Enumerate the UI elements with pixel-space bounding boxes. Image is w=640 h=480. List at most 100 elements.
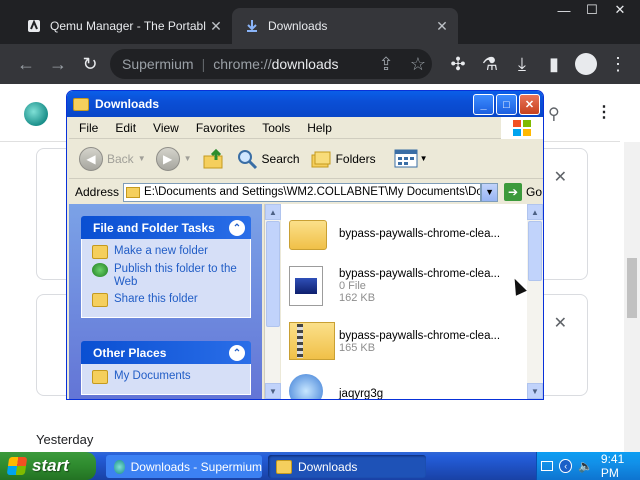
- maximize-button[interactable]: □: [496, 94, 517, 115]
- back-button[interactable]: ←: [10, 48, 42, 80]
- omnibox-actions: ⇪ ☆: [370, 49, 434, 79]
- close-button[interactable]: ✕: [519, 94, 540, 115]
- scroll-up-icon[interactable]: ▲: [265, 204, 281, 220]
- file-item[interactable]: bypass-paywalls-chrome-clea...: [289, 208, 525, 260]
- tab-strip: Qemu Manager - The Portable F ✕ Download…: [0, 0, 640, 44]
- side-panel-icon[interactable]: ▮: [538, 48, 570, 80]
- file-folder-tasks: File and Folder Tasks ⌃ Make a new folde…: [81, 216, 251, 318]
- other-places-body: My Documents: [81, 364, 251, 395]
- scroll-down-icon[interactable]: ▼: [527, 383, 543, 399]
- tasks-body: Make a new folder Publish this folder to…: [81, 239, 251, 318]
- maximize-button[interactable]: ☐: [578, 0, 606, 20]
- clock[interactable]: 9:41 PM: [601, 452, 640, 480]
- menu-favorites[interactable]: Favorites: [196, 121, 245, 135]
- folder-icon: [126, 186, 141, 198]
- search-button[interactable]: Search: [236, 148, 300, 170]
- file-item[interactable]: bypass-paywalls-chrome-clea... 165 KB: [289, 316, 525, 368]
- file-info: bypass-paywalls-chrome-clea... 165 KB: [339, 330, 500, 354]
- file-list: bypass-paywalls-chrome-clea... bypass-pa…: [281, 204, 527, 399]
- file-name: bypass-paywalls-chrome-clea...: [339, 268, 501, 280]
- folders-label: Folders: [335, 151, 376, 166]
- windows-flag-icon: [501, 117, 543, 139]
- minimize-button[interactable]: —: [550, 0, 578, 20]
- downloads-icon[interactable]: ⤓: [506, 48, 538, 80]
- minimize-button[interactable]: _: [473, 94, 494, 115]
- file-type: 0 File: [339, 280, 366, 292]
- system-tray: ‹ 🔈 9:41 PM: [536, 452, 640, 480]
- go-button[interactable]: ➔ Go: [504, 183, 542, 201]
- profile-button[interactable]: [570, 48, 602, 80]
- keyboard-icon[interactable]: [541, 461, 554, 471]
- collapse-icon[interactable]: ⌃: [229, 345, 245, 361]
- menu-edit[interactable]: Edit: [115, 121, 136, 135]
- menu-view[interactable]: View: [153, 121, 179, 135]
- tasks-header[interactable]: File and Folder Tasks ⌃: [81, 216, 251, 239]
- menu-icon[interactable]: ⋮: [602, 48, 634, 80]
- go-arrow-icon: ➔: [504, 183, 523, 201]
- task-pane-scrollbar[interactable]: ▲ ▼: [264, 204, 281, 399]
- taskbar-button-supermium[interactable]: Downloads - Supermium: [106, 455, 262, 478]
- scrollbar-thumb[interactable]: [266, 221, 280, 327]
- star-icon[interactable]: ☆: [402, 48, 434, 80]
- reload-button[interactable]: ↻: [74, 48, 106, 80]
- close-icon[interactable]: ✕: [554, 167, 567, 187]
- other-places-header[interactable]: Other Places ⌃: [81, 341, 251, 364]
- task-share-folder[interactable]: Share this folder: [92, 293, 240, 307]
- extensions-icon[interactable]: ✣: [442, 48, 474, 80]
- address-dropdown-button[interactable]: ▼: [481, 182, 499, 202]
- place-my-documents[interactable]: My Documents: [92, 370, 240, 384]
- file-list-scrollbar[interactable]: ▲ ▼: [527, 204, 543, 399]
- file-item[interactable]: jaqyrg3g: [289, 368, 525, 399]
- chevron-left-icon[interactable]: ‹: [559, 459, 572, 473]
- lab-icon[interactable]: ⚗: [474, 48, 506, 80]
- address-input[interactable]: E:\Documents and Settings\WM2.COLLABNET\…: [123, 182, 482, 202]
- close-window-button[interactable]: ✕: [606, 0, 634, 20]
- forward-button[interactable]: ▶ ▼: [155, 146, 192, 171]
- menu-tools[interactable]: Tools: [262, 121, 290, 135]
- views-button[interactable]: ▼: [394, 149, 428, 169]
- page-scrollbar[interactable]: [624, 142, 640, 452]
- up-folder-button[interactable]: [202, 148, 226, 170]
- taskbar-label: Downloads: [298, 459, 358, 474]
- share-icon[interactable]: ⇪: [370, 48, 402, 80]
- volume-icon[interactable]: 🔈: [578, 459, 593, 473]
- avatar: [575, 53, 597, 75]
- views-icon: [394, 149, 418, 167]
- explorer-window: Downloads _ □ ✕ File Edit View Favorites…: [66, 90, 544, 400]
- file-info: bypass-paywalls-chrome-clea... 0 File 16…: [339, 268, 500, 304]
- taskbar-label: Downloads - Supermium: [130, 459, 262, 474]
- folders-icon: [311, 151, 331, 167]
- menu-file[interactable]: File: [79, 121, 98, 135]
- tab-qemu-manager[interactable]: Qemu Manager - The Portable F ✕: [14, 8, 232, 44]
- task-make-folder[interactable]: Make a new folder: [92, 245, 240, 259]
- back-button[interactable]: ◀ Back ▼: [79, 146, 146, 171]
- task-publish-web[interactable]: Publish this folder to the Web: [92, 263, 240, 289]
- close-icon[interactable]: ✕: [206, 18, 226, 35]
- search-icon[interactable]: ⚲: [548, 104, 560, 124]
- scroll-down-icon[interactable]: ▼: [265, 383, 281, 399]
- more-menu-icon[interactable]: ⋮: [596, 102, 612, 122]
- forward-button[interactable]: →: [42, 48, 74, 80]
- explorer-title: Downloads: [95, 97, 160, 111]
- folder-icon: [276, 459, 292, 474]
- scrollbar-thumb[interactable]: [528, 221, 542, 281]
- taskbar-button-downloads[interactable]: Downloads: [268, 455, 426, 478]
- close-icon[interactable]: ✕: [432, 18, 452, 35]
- menu-help[interactable]: Help: [307, 121, 332, 135]
- window-controls: — ☐ ✕: [550, 0, 634, 20]
- collapse-icon[interactable]: ⌃: [229, 220, 245, 236]
- explorer-titlebar[interactable]: Downloads _ □ ✕: [67, 91, 543, 117]
- globe-icon: [92, 263, 108, 277]
- scroll-up-icon[interactable]: ▲: [527, 204, 543, 220]
- close-icon[interactable]: ✕: [554, 313, 567, 333]
- file-info: jaqyrg3g: [339, 388, 383, 399]
- tab-downloads[interactable]: Downloads ✕: [232, 8, 458, 44]
- scrollbar-thumb[interactable]: [627, 258, 637, 318]
- omnibox-host: Supermium: [122, 56, 194, 72]
- file-name: jaqyrg3g: [339, 388, 384, 399]
- file-item[interactable]: bypass-paywalls-chrome-clea... 0 File 16…: [289, 260, 525, 312]
- start-button[interactable]: start: [0, 452, 96, 480]
- folders-button[interactable]: Folders: [310, 149, 376, 169]
- tab-title: Qemu Manager - The Portable F: [50, 19, 206, 33]
- forward-arrow-icon: ▶: [155, 146, 180, 171]
